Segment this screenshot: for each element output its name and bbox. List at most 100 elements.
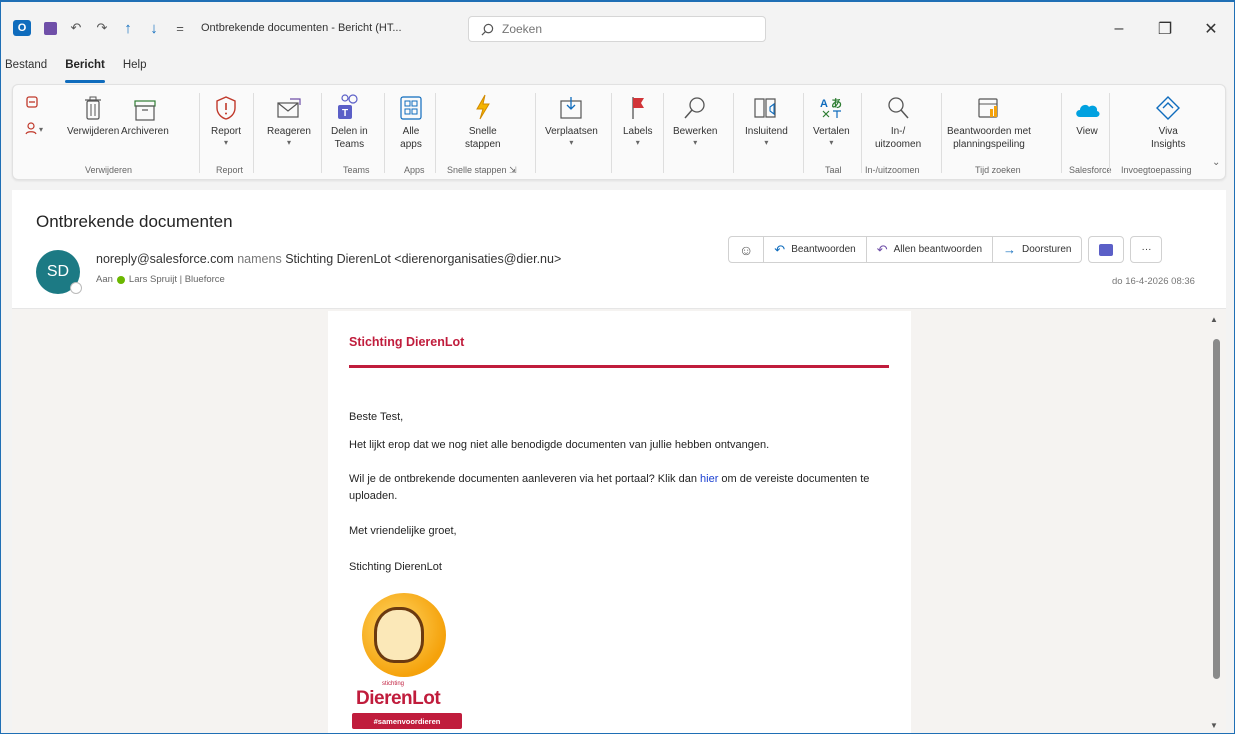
- group-separator: [435, 93, 436, 173]
- recipient-name[interactable]: Lars Spruijt | Blueforce: [129, 274, 225, 285]
- reading-pane[interactable]: Stichting DierenLot Beste Test, Het lijk…: [12, 308, 1226, 733]
- quick-steps-label-2: stappen: [465, 139, 501, 150]
- scrollbar-thumb[interactable]: [1213, 339, 1220, 679]
- viva-label-2: Insights: [1151, 139, 1186, 150]
- group-separator: [535, 93, 536, 173]
- portal-link[interactable]: hier: [700, 473, 718, 485]
- apps-grid-icon: [400, 96, 422, 120]
- next-item-icon[interactable]: ↓: [147, 20, 161, 37]
- chevron-down-icon: ▾: [569, 138, 574, 147]
- tab-help[interactable]: Help: [121, 56, 149, 80]
- share-to-teams-button[interactable]: T Delen in Teams: [331, 91, 368, 151]
- translate-button[interactable]: Aあ Vertalen ▾: [813, 91, 850, 148]
- group-separator: [733, 93, 734, 173]
- quick-steps-group-text: Snelle stappen: [447, 165, 507, 175]
- all-apps-button[interactable]: Alle apps: [399, 91, 423, 151]
- immersive-reader-button[interactable]: Insluitend ▾: [745, 91, 788, 148]
- undo-icon[interactable]: ↶: [69, 20, 83, 35]
- scroll-up-arrow-icon[interactable]: ▲: [1210, 315, 1218, 324]
- delete-button[interactable]: Verwijderen: [67, 91, 119, 138]
- block-sender-button[interactable]: ▾: [25, 121, 45, 135]
- viva-insights-button[interactable]: Viva Insights: [1151, 91, 1185, 151]
- search-input[interactable]: [502, 22, 742, 36]
- quick-access-toolbar: O ↶ ↷ ↑ ↓ = Ontbrekende documenten - Ber…: [13, 20, 402, 37]
- reply-label: Beantwoorden: [791, 244, 856, 255]
- salesforce-view-button[interactable]: View: [1073, 91, 1101, 138]
- minimize-button[interactable]: –: [1096, 14, 1142, 44]
- edit-label: Bewerken: [673, 126, 718, 137]
- dialog-launcher-icon[interactable]: ⇲: [509, 165, 517, 175]
- group-label-invoegtoepassing: Invoegtoepassing: [1121, 165, 1192, 175]
- message-subject: Ontbrekende documenten: [36, 212, 233, 231]
- group-label-tijd-zoeken: Tijd zoeken: [975, 165, 1021, 175]
- viva-label-1: Viva: [1158, 126, 1178, 137]
- poll-label-1: Beantwoorden met: [947, 126, 1031, 137]
- sender-name[interactable]: Stichting DierenLot <dierenorganisaties@…: [285, 252, 561, 266]
- message-actions: ☺ ↶ Beantwoorden ↶ Allen beantwoorden → Doo…: [728, 236, 1163, 263]
- svg-text:A: A: [820, 98, 828, 110]
- more-actions-button[interactable]: ···: [1130, 236, 1163, 263]
- search-box[interactable]: [468, 16, 766, 42]
- salesforce-cloud-icon: [1076, 104, 1100, 117]
- group-separator: [611, 93, 612, 173]
- emoji-reaction-button[interactable]: ☺: [729, 237, 763, 262]
- reply-with-poll-button[interactable]: Beantwoorden met planningspeiling: [947, 91, 1031, 151]
- scroll-down-arrow-icon[interactable]: ▼: [1210, 721, 1218, 730]
- tab-bericht[interactable]: Bericht: [63, 56, 107, 83]
- customize-toolbar-icon[interactable]: =: [173, 21, 187, 36]
- forward-button[interactable]: → Doorsturen: [992, 237, 1081, 262]
- restore-button[interactable]: ❐: [1142, 14, 1188, 44]
- group-separator: [199, 93, 200, 173]
- forward-arrow-icon: →: [1003, 242, 1017, 257]
- group-label-zoom: In-/uitzoomen: [865, 165, 920, 175]
- chevron-down-icon: ▾: [635, 138, 640, 147]
- forward-label: Doorsturen: [1022, 244, 1072, 255]
- view-label: View: [1076, 126, 1098, 137]
- shield-icon: [216, 96, 236, 120]
- flag-icon: [632, 97, 644, 119]
- previous-item-icon[interactable]: ↑: [121, 20, 135, 37]
- chevron-down-icon: ▾: [764, 138, 769, 147]
- edit-button[interactable]: Bewerken ▾: [673, 91, 717, 148]
- quick-steps-label-1: Snelle: [468, 126, 497, 137]
- logo-cat-icon: [374, 607, 424, 663]
- respond-button[interactable]: Reageren ▾: [267, 91, 311, 148]
- archive-label: Archiveren: [121, 126, 169, 137]
- teams-share-button[interactable]: [1088, 236, 1125, 263]
- reply-all-button[interactable]: ↶ Allen beantwoorden: [865, 237, 992, 262]
- move-button[interactable]: Verplaatsen ▾: [545, 91, 598, 148]
- report-button[interactable]: Report ▾: [211, 91, 241, 148]
- search-icon: [481, 23, 494, 35]
- labels-button[interactable]: Labels ▾: [623, 91, 652, 148]
- group-label-quick-steps: Snelle stappen ⇲: [447, 165, 517, 176]
- reply-button[interactable]: ↶ Beantwoorden: [763, 237, 865, 262]
- reply-arrow-icon: ↶: [774, 241, 786, 257]
- sender-address[interactable]: noreply@salesforce.com: [96, 252, 234, 266]
- close-button[interactable]: ✕: [1188, 14, 1234, 44]
- sender-line[interactable]: noreply@salesforce.com namens Stichting …: [96, 252, 561, 266]
- logo-hashtag: #samenvoordieren: [352, 713, 462, 729]
- group-separator: [941, 93, 942, 173]
- ribbon-expand-chevron-icon[interactable]: ⌄: [1212, 157, 1220, 168]
- block-user-icon: ▾: [25, 122, 43, 135]
- zoom-button[interactable]: In-/ uitzoomen: [875, 91, 921, 151]
- tab-bestand[interactable]: Bestand: [3, 56, 49, 80]
- quick-steps-button[interactable]: Snelle stappen: [465, 91, 501, 151]
- group-label-salesforce: Salesforce: [1069, 165, 1112, 175]
- paragraph-2: Wil je de ontbrekende documenten aanleve…: [349, 471, 894, 505]
- archive-button[interactable]: Archiveren: [121, 91, 169, 138]
- labels-label: Labels: [623, 126, 653, 137]
- window-controls: – ❐ ✕: [1096, 14, 1234, 44]
- ribbon-tabs: Bestand Bericht Help: [1, 56, 149, 83]
- archive-icon: [134, 100, 156, 121]
- redo-icon[interactable]: ↷: [95, 20, 109, 35]
- save-icon[interactable]: [43, 21, 57, 35]
- greeting: Beste Test,: [349, 411, 404, 423]
- ignore-button[interactable]: [25, 95, 39, 109]
- poll-label-2: planningspeiling: [953, 139, 1025, 150]
- paragraph-2-before: Wil je de ontbrekende documenten aanleve…: [349, 473, 701, 485]
- to-label: Aan: [96, 274, 113, 285]
- calendar-poll-icon: [978, 98, 998, 118]
- zoom-label-1: In-/: [890, 126, 906, 137]
- message-pane: Ontbrekende documenten SD noreply@salesf…: [12, 190, 1226, 733]
